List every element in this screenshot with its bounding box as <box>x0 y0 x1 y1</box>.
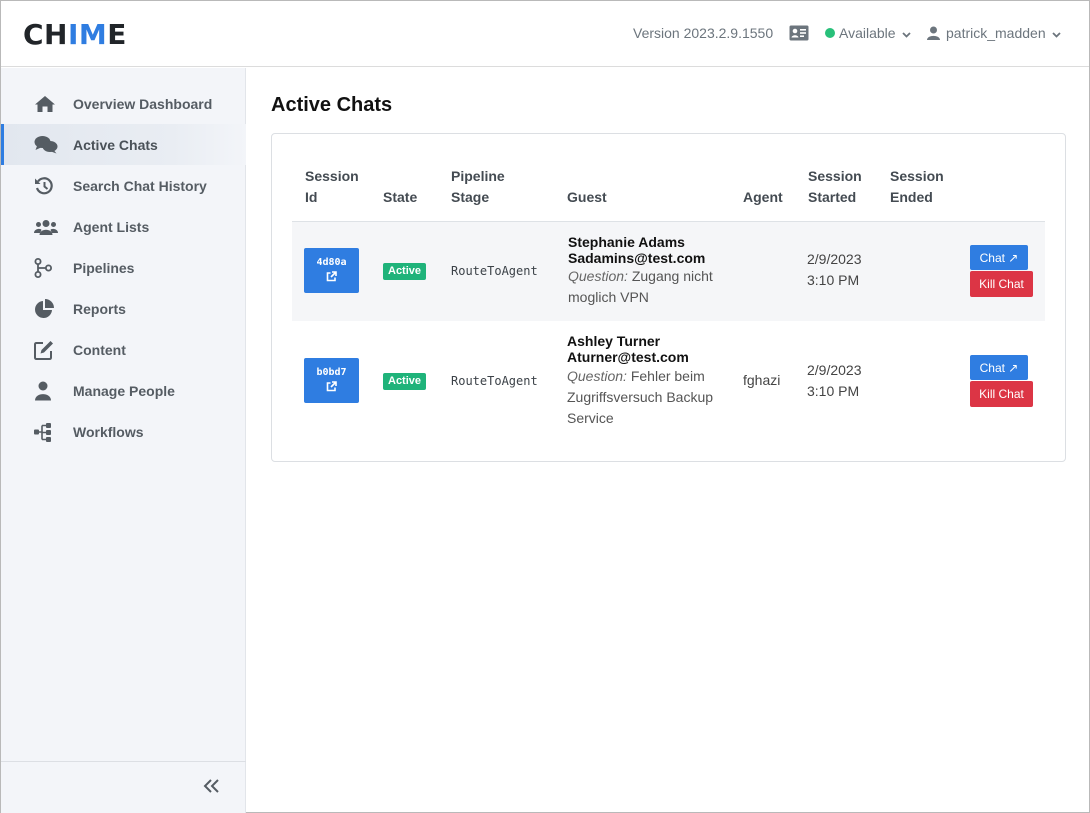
status-badge: Active <box>383 263 427 280</box>
kill-chat-button[interactable]: Kill Chat <box>970 381 1033 407</box>
sidebar-item-label: Manage People <box>73 382 175 399</box>
header-guest[interactable]: Guest <box>567 187 607 208</box>
session-started-value: 2/9/2023 3:10 PM <box>807 249 862 291</box>
sidebar-item-label: Agent Lists <box>73 218 150 235</box>
logo-text-right: E <box>107 18 127 51</box>
sidebar-item-label: Reports <box>73 300 126 317</box>
user-menu[interactable]: patrick_madden <box>927 23 1061 43</box>
header-line: Ended <box>890 189 933 205</box>
sidebar-item-pipelines[interactable]: Pipelines <box>1 247 246 288</box>
sidebar-item-label: Overview Dashboard <box>73 95 213 112</box>
guest-question: Question: Fehler beim Zugriffsversuch Ba… <box>567 366 737 429</box>
person-icon <box>34 381 58 401</box>
header-state[interactable]: State <box>383 187 417 208</box>
session-started-value: 2/9/2023 3:10 PM <box>807 360 862 402</box>
sidebar: Overview Dashboard Active Chats Search C… <box>1 68 246 813</box>
started-date: 2/9/2023 <box>807 251 862 267</box>
header-line: Session <box>305 168 359 184</box>
logo-text-left: CH <box>23 18 68 51</box>
guest-email: Sadamins@test.com <box>568 250 706 266</box>
sidebar-footer <box>1 761 246 813</box>
availability-label: Available <box>839 25 896 41</box>
username-label: patrick_madden <box>946 25 1046 41</box>
users-icon <box>34 217 58 237</box>
session-id-button[interactable]: b0bd7 <box>304 358 359 403</box>
active-chats-table-card: Session Id State Pipeline Stage Guest Ag… <box>271 133 1066 462</box>
history-icon <box>34 176 58 196</box>
top-header: CHIME Version 2023.2.9.1550 Available pa… <box>1 1 1089 67</box>
question-label: Question: <box>568 268 628 284</box>
chat-button[interactable]: Chat ↗ <box>970 245 1028 270</box>
session-id-label: 4d80a <box>316 256 347 268</box>
started-time: 3:10 PM <box>807 272 860 288</box>
kill-chat-button[interactable]: Kill Chat <box>970 271 1033 297</box>
session-id-label: b0bd7 <box>316 366 347 378</box>
chevron-down-icon <box>1051 25 1061 41</box>
pie-chart-icon <box>34 298 58 319</box>
sidebar-item-label: Workflows <box>73 423 144 440</box>
status-badge: Active <box>383 373 427 390</box>
sidebar-item-agent-lists[interactable]: Agent Lists <box>1 206 246 247</box>
header-agent[interactable]: Agent <box>743 187 783 208</box>
session-id-button[interactable]: 4d80a <box>304 248 359 293</box>
workflow-icon <box>34 422 58 442</box>
pipeline-icon <box>34 257 58 278</box>
pipeline-stage-value: RouteToAgent <box>451 374 538 388</box>
sidebar-item-label: Pipelines <box>73 259 135 276</box>
availability-dropdown[interactable]: Available <box>825 23 911 43</box>
started-time: 3:10 PM <box>807 383 860 399</box>
guest-question: Question: Zugang nicht moglich VPN <box>568 266 738 308</box>
user-icon <box>927 26 940 40</box>
external-link-icon <box>326 380 337 395</box>
id-card-icon[interactable] <box>789 23 809 43</box>
sidebar-item-active-chats[interactable]: Active Chats <box>1 124 246 165</box>
header-session-ended[interactable]: Session Ended <box>890 166 944 208</box>
sidebar-item-content[interactable]: Content <box>1 329 246 370</box>
header-line: Session <box>890 168 944 184</box>
sidebar-item-label: Content <box>73 341 126 358</box>
header-session-started[interactable]: Session Started <box>808 166 862 208</box>
sidebar-item-reports[interactable]: Reports <box>1 288 246 329</box>
home-icon <box>34 94 58 114</box>
chat-button[interactable]: Chat ↗ <box>970 355 1028 380</box>
guest-name: Stephanie Adams <box>568 234 685 250</box>
header-line: Session <box>808 168 862 184</box>
sidebar-item-overview-dashboard[interactable]: Overview Dashboard <box>1 83 246 124</box>
guest-email: Aturner@test.com <box>567 349 689 365</box>
double-chevron-left-icon[interactable] <box>203 778 221 799</box>
external-link-icon <box>326 270 337 285</box>
agent-value: fghazi <box>743 372 781 388</box>
header-line: Started <box>808 189 857 205</box>
pipeline-stage-value: RouteToAgent <box>451 264 538 278</box>
logo-text-accent: IM <box>67 18 108 51</box>
sidebar-item-workflows[interactable]: Workflows <box>1 411 246 452</box>
guest-name: Ashley Turner <box>567 333 661 349</box>
header-line: Stage <box>451 189 490 205</box>
page-title: Active Chats <box>271 94 393 116</box>
chats-icon <box>34 135 58 155</box>
header-session-id[interactable]: Session Id <box>305 166 359 208</box>
sidebar-item-label: Active Chats <box>73 136 158 153</box>
chime-logo[interactable]: CHIME <box>23 20 127 50</box>
header-line: Id <box>305 189 318 205</box>
started-date: 2/9/2023 <box>807 362 862 378</box>
status-dot-icon <box>825 28 835 38</box>
edit-icon <box>34 340 58 360</box>
header-line: Pipeline <box>451 168 505 184</box>
sidebar-item-label: Search Chat History <box>73 177 207 194</box>
chevron-down-icon <box>901 25 911 41</box>
sidebar-item-search-chat-history[interactable]: Search Chat History <box>1 165 246 206</box>
question-label: Question: <box>567 368 627 384</box>
sidebar-item-manage-people[interactable]: Manage People <box>1 370 246 411</box>
version-label: Version 2023.2.9.1550 <box>633 25 774 41</box>
header-pipeline-stage[interactable]: Pipeline Stage <box>451 166 505 208</box>
